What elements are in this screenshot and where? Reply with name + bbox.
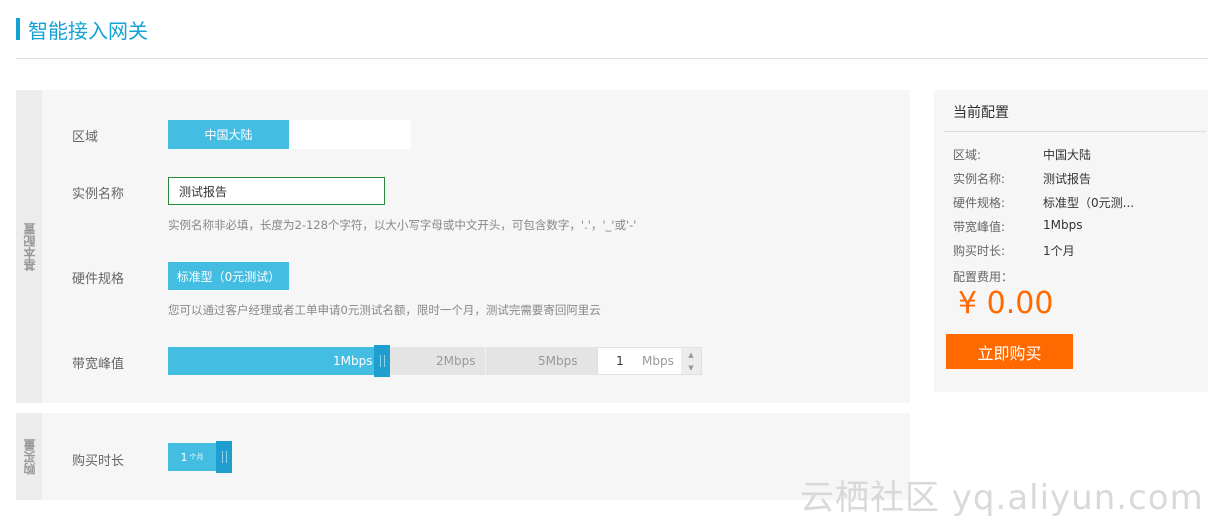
fee-label: 配置费用： <box>953 270 1014 284</box>
summary-row-key: 实例名称: <box>953 172 1006 186</box>
bandwidth-tick-1mbps[interactable]: 1Mbps <box>333 347 372 375</box>
summary-row-value: 测试报告 <box>1043 172 1092 186</box>
purchase-side-tab: 购买量 <box>16 413 42 500</box>
summary-row-key: 硬件规格: <box>953 196 1006 210</box>
bandwidth-input-box: Mbps ▲ ▼ <box>597 347 702 375</box>
bandwidth-slider-handle[interactable] <box>374 345 390 377</box>
instance-name-label: 实例名称 <box>72 187 125 202</box>
bandwidth-stepper: ▲ ▼ <box>681 348 701 374</box>
watermark: 云栖社区 yq.aliyun.com <box>800 478 1204 518</box>
summary-row-value: 中国大陆 <box>1043 148 1092 162</box>
summary-row-key: 购买时长: <box>953 244 1006 258</box>
grip-icon <box>379 355 385 367</box>
page: 智能接入网关 基本配置 区域 中国大陆 实例名称 实例名称非必填，长度为2-12… <box>0 0 1208 520</box>
buy-now-button[interactable]: 立即购买 <box>946 334 1073 369</box>
instance-name-hint: 实例名称非必填，长度为2-128个字符，以大小写字母或中文开头，可包含数字，'.… <box>168 218 637 232</box>
summary-title: 当前配置 <box>953 105 1009 121</box>
region-option-empty[interactable] <box>289 120 411 149</box>
basic-config-side-label: 基本配置 <box>22 222 37 271</box>
title-divider <box>16 58 1208 59</box>
summary-divider <box>944 131 1206 132</box>
grip-icon <box>221 451 227 463</box>
duration-label: 购买时长 <box>72 454 125 469</box>
summary-row-key: 区域: <box>953 148 982 162</box>
bandwidth-slider-track[interactable]: 1Mbps 2Mbps 5Mbps <box>168 345 597 377</box>
summary-row-value: 1Mbps <box>1043 218 1083 232</box>
bandwidth-number-input[interactable] <box>598 348 642 374</box>
hardware-spec-option-standard[interactable]: 标准型（0元测试） <box>168 262 289 290</box>
basic-config-section: 基本配置 区域 中国大陆 实例名称 实例名称非必填，长度为2-128个字符，以大… <box>16 90 910 403</box>
duration-unit: 个月 <box>189 453 204 461</box>
stepper-up-icon[interactable]: ▲ <box>681 348 701 361</box>
bandwidth-tick-5mbps[interactable]: 5Mbps <box>538 347 577 375</box>
bandwidth-unit: Mbps <box>642 354 674 368</box>
duration-value: 1 <box>180 450 188 464</box>
purchase-section: 购买量 购买时长 1 个月 <box>16 413 910 500</box>
page-title: 智能接入网关 <box>28 18 148 43</box>
purchase-side-label: 购买量 <box>22 438 37 475</box>
summary-row-value: 标准型（0元测... <box>1043 196 1135 210</box>
page-header: 智能接入网关 <box>16 14 148 44</box>
config-summary-panel: 当前配置 区域: 中国大陆 实例名称: 测试报告 硬件规格: 标准型（0元测..… <box>934 90 1208 392</box>
bandwidth-tick-separator <box>485 347 486 375</box>
duration-slider-track[interactable]: 1 个月 <box>168 443 216 471</box>
price-value: ¥ 0.00 <box>958 286 1054 321</box>
instance-name-input[interactable] <box>168 177 385 205</box>
summary-row-key: 带宽峰值: <box>953 220 1006 234</box>
region-option-china-mainland[interactable]: 中国大陆 <box>168 120 289 149</box>
basic-config-side-tab: 基本配置 <box>16 90 42 403</box>
region-label: 区域 <box>72 130 99 145</box>
hardware-spec-label: 硬件规格 <box>72 272 125 287</box>
hardware-spec-hint: 您可以通过客户经理或者工单申请0元测试名额，限时一个月，测试完需要寄回阿里云 <box>168 303 601 317</box>
stepper-down-icon[interactable]: ▼ <box>681 361 701 374</box>
summary-row-value: 1个月 <box>1043 244 1075 258</box>
bandwidth-label: 带宽峰值 <box>72 357 125 372</box>
region-selector: 中国大陆 <box>168 120 411 149</box>
bandwidth-tick-2mbps[interactable]: 2Mbps <box>436 347 475 375</box>
title-accent-bar <box>16 18 20 40</box>
duration-slider-handle[interactable] <box>216 441 232 473</box>
